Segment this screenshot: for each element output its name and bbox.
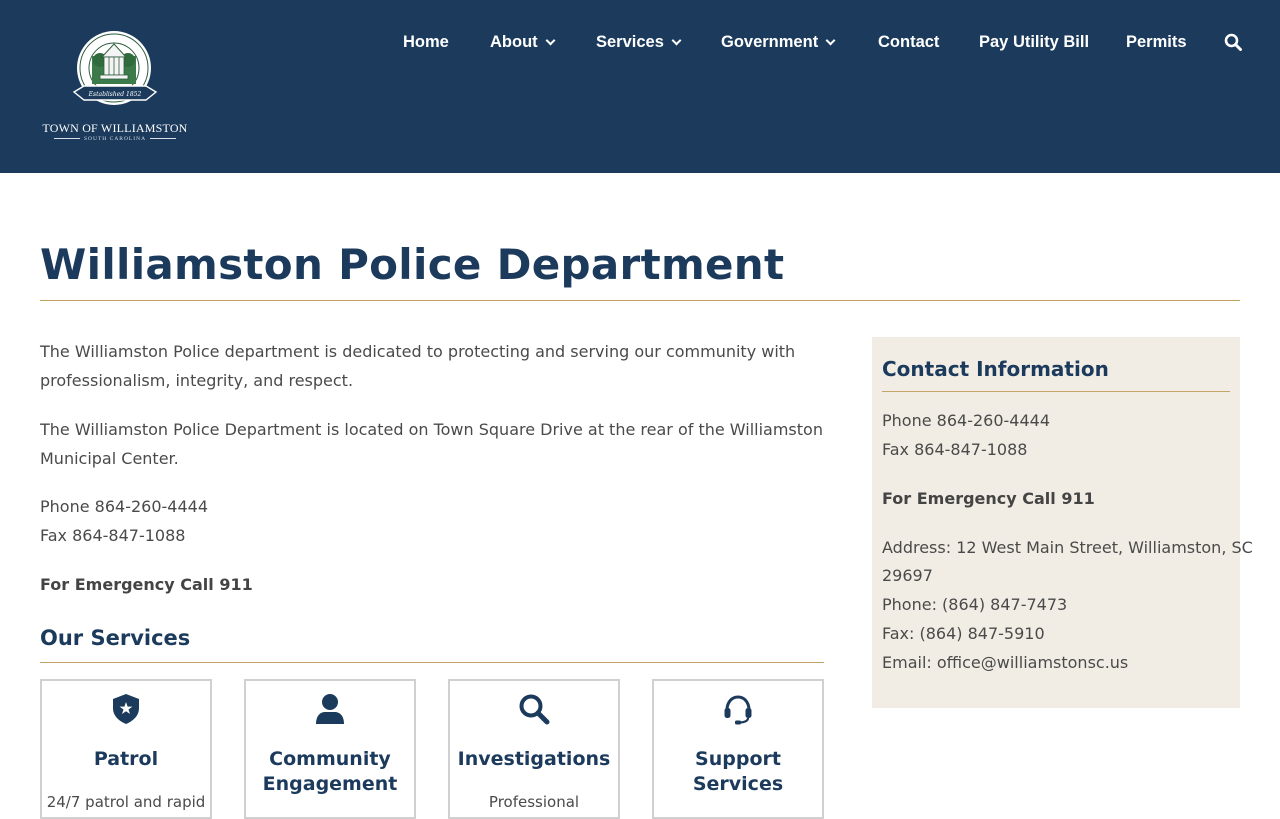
service-card-title: Patrol bbox=[93, 748, 159, 770]
sidebar-fax: Fax 864-847-1088 bbox=[882, 440, 1028, 459]
service-card-investigations[interactable]: Investigations Professional bbox=[448, 679, 620, 819]
nav-home[interactable]: Home bbox=[403, 30, 449, 54]
nav-permits[interactable]: Permits bbox=[1126, 30, 1187, 54]
services-title: Our Services bbox=[40, 626, 191, 650]
chevron-down-icon bbox=[545, 35, 556, 46]
sidebar-phone: Phone 864-260-4444 bbox=[882, 411, 1050, 430]
service-card-community-engagement[interactable]: Community Engagement bbox=[244, 679, 416, 819]
sidebar-divider bbox=[882, 391, 1230, 392]
nav-services[interactable]: Services bbox=[596, 30, 682, 54]
sidebar-address-zip: 29697 bbox=[882, 566, 933, 585]
title-divider bbox=[40, 300, 1240, 301]
emergency-text: For Emergency Call 911 bbox=[40, 575, 253, 594]
search-icon bbox=[519, 694, 550, 725]
service-card-desc: Professional bbox=[488, 793, 580, 811]
sidebar-office-phone: Phone: (864) 847-7473 bbox=[882, 595, 1068, 614]
shield-icon bbox=[113, 694, 139, 724]
chevron-down-icon bbox=[671, 35, 682, 46]
contact-sidebar: Contact Information Phone 864-260-4444 F… bbox=[872, 337, 1253, 708]
nav-government[interactable]: Government bbox=[721, 30, 836, 54]
nav-contact[interactable]: Contact bbox=[878, 30, 939, 54]
intro-paragraph: The Williamston Police department is ded… bbox=[40, 342, 796, 390]
nav-about[interactable]: About bbox=[490, 30, 556, 54]
headset-icon bbox=[724, 695, 752, 725]
town-name: TOWN OF WILLIAMSTON bbox=[42, 121, 188, 135]
sidebar-address: Address: 12 West Main Street, Williamsto… bbox=[882, 538, 1253, 557]
chevron-down-icon bbox=[825, 35, 836, 46]
nav-pay-utility-bill[interactable]: Pay Utility Bill bbox=[979, 30, 1089, 54]
service-card-title: Community Engagement bbox=[262, 748, 398, 795]
phone-text: Phone 864-260-4444 bbox=[40, 497, 208, 516]
service-card-title: Investigations bbox=[457, 748, 611, 770]
site-header: Established 1852 TOWN OF WILLIAMSTON SOU… bbox=[0, 0, 1280, 173]
svg-text:Established 1852: Established 1852 bbox=[88, 91, 142, 98]
service-card-patrol[interactable]: Patrol 24/7 patrol and rapid bbox=[40, 679, 212, 819]
page-title: Williamston Police Department bbox=[40, 240, 785, 289]
search-icon[interactable] bbox=[1224, 33, 1242, 51]
location-paragraph: The Williamston Police Department is loc… bbox=[40, 420, 823, 468]
service-card-title: Support Services bbox=[692, 748, 784, 795]
service-card-desc: 24/7 patrol and rapid bbox=[46, 793, 206, 811]
service-card-support-services[interactable]: Support Services bbox=[652, 679, 824, 819]
user-icon bbox=[316, 694, 344, 724]
sidebar-email[interactable]: Email: office@williamstonsc.us bbox=[882, 648, 1232, 677]
main-nav: Home About Services Government Contact P… bbox=[0, 30, 1280, 54]
sidebar-title: Contact Information bbox=[882, 357, 1109, 381]
sidebar-office-fax: Fax: (864) 847-5910 bbox=[882, 624, 1045, 643]
services-divider bbox=[40, 662, 824, 663]
sidebar-emergency: For Emergency Call 911 bbox=[882, 489, 1095, 508]
fax-text: Fax 864-847-1088 bbox=[40, 526, 186, 545]
town-state: SOUTH CAROLINA bbox=[40, 136, 190, 142]
